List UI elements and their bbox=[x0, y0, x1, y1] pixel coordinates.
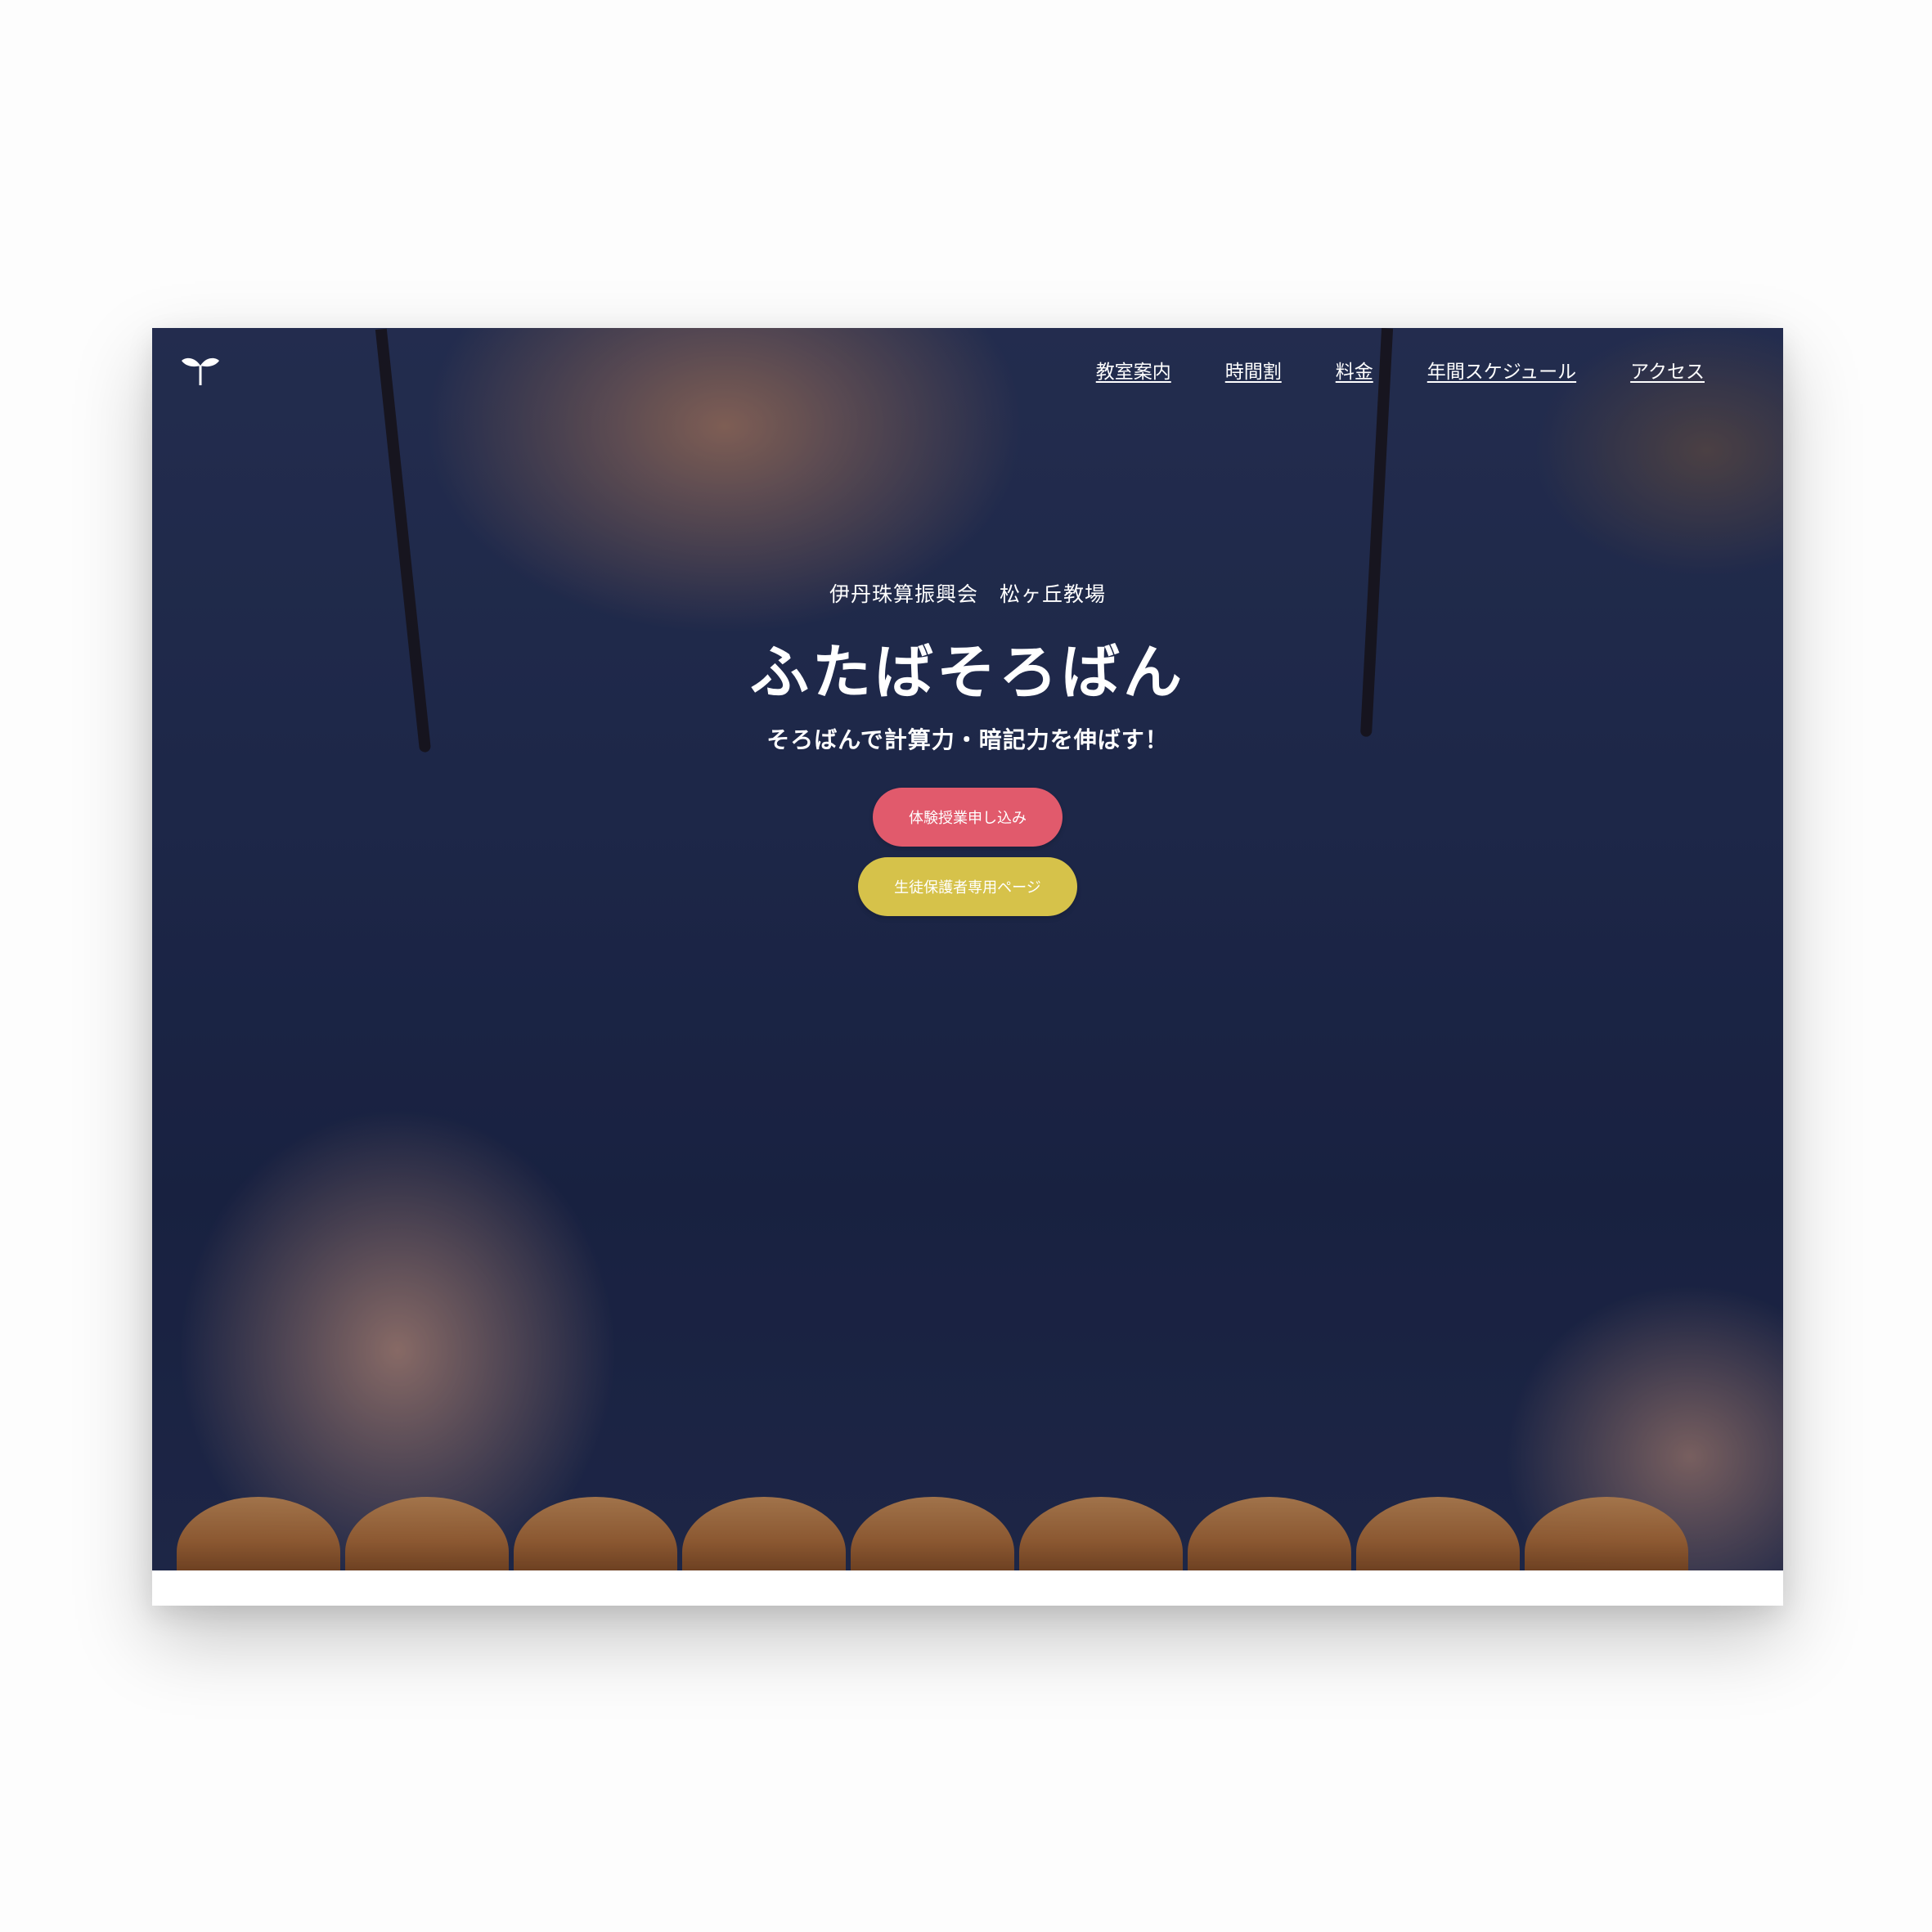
browser-page: 教室案内 時間割 料金 年間スケジュール アクセス 伊丹珠算振興会 松ヶ丘教場 … bbox=[152, 328, 1783, 1606]
main-nav: 教室案内 時間割 料金 年間スケジュール アクセス bbox=[1096, 356, 1705, 384]
hero-overlay bbox=[152, 328, 1783, 1570]
parent-page-button[interactable]: 生徒保護者専用ページ bbox=[858, 857, 1077, 916]
screenshot-stage: 教室案内 時間割 料金 年間スケジュール アクセス 伊丹珠算振興会 松ヶ丘教場 … bbox=[0, 0, 1932, 1932]
hero-tagline: そろばんで計算力・暗記力を伸ばす！ bbox=[766, 726, 1169, 753]
nav-link-fees[interactable]: 料金 bbox=[1336, 356, 1373, 384]
nav-link-access[interactable]: アクセス bbox=[1630, 356, 1705, 384]
nav-link-timetable[interactable]: 時間割 bbox=[1225, 356, 1282, 384]
nav-link-classroom[interactable]: 教室案内 bbox=[1096, 356, 1171, 384]
hero-subtitle: 伊丹珠算振興会 松ヶ丘教場 bbox=[829, 582, 1106, 606]
trial-lesson-button[interactable]: 体験授業申し込み bbox=[873, 788, 1063, 847]
hero-section: 教室案内 時間割 料金 年間スケジュール アクセス 伊丹珠算振興会 松ヶ丘教場 … bbox=[152, 328, 1783, 1570]
sprout-icon[interactable] bbox=[182, 353, 219, 385]
hero-title: ふたばそろばん bbox=[749, 638, 1185, 707]
nav-link-annual-schedule[interactable]: 年間スケジュール bbox=[1427, 356, 1576, 384]
